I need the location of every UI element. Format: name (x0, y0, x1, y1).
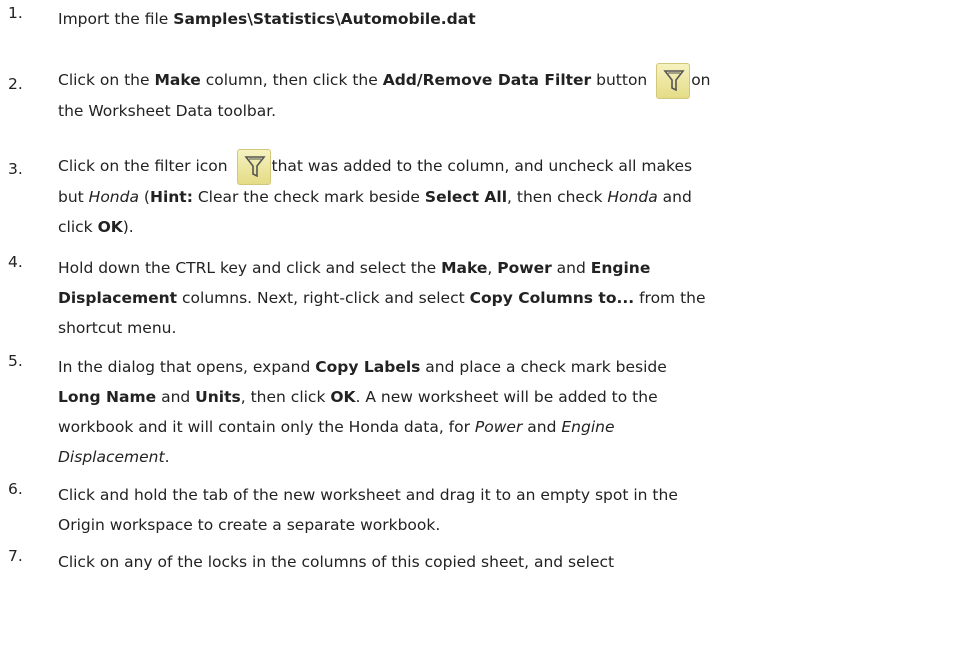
step-text: Hold down the CTRL key and click and sel… (58, 259, 706, 337)
file-path: Samples\Statistics\Automobile.dat (173, 10, 476, 28)
step-number: 2. (8, 75, 23, 93)
filter-icon (656, 63, 691, 99)
step-number: 4. (8, 253, 23, 271)
step-number: 6. (8, 480, 23, 498)
step-text: Click on any of the locks in the columns… (58, 553, 615, 571)
step-text: Click on the filter icon that was added … (58, 140, 958, 242)
step-number: 7. (8, 547, 23, 565)
filter-icon (236, 149, 271, 185)
step-text: Import the file Samples\Statistics\Autom… (58, 10, 476, 28)
step-number: 5. (8, 352, 23, 370)
step-number: 3. (8, 160, 23, 178)
step-text: Click on the Make column, then click the… (58, 52, 958, 126)
step-text: In the dialog that opens, expand Copy La… (58, 358, 667, 466)
step-number: 1. (8, 4, 23, 22)
step-text: Click and hold the tab of the new worksh… (58, 486, 678, 534)
